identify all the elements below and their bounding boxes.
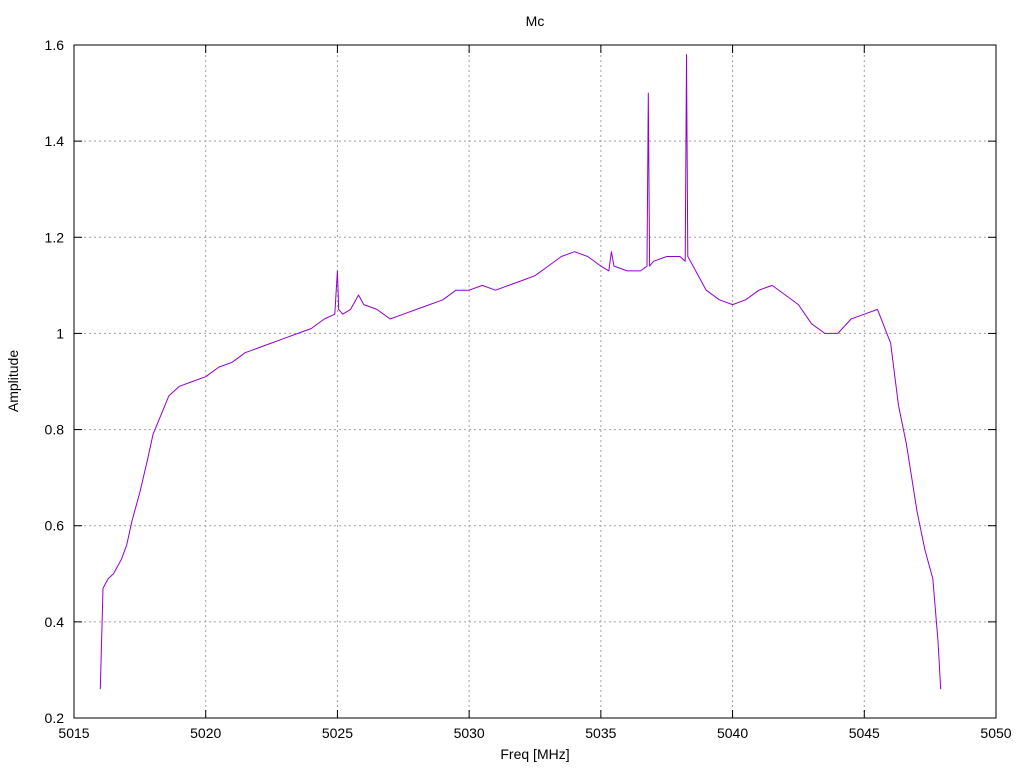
y-tick-labels: 0.2 0.4 0.6 0.8 1 1.2 1.4 1.6 — [45, 37, 65, 726]
y-tick-label: 1.4 — [45, 133, 65, 149]
series-layer — [99, 54, 942, 690]
chart-title: Mc — [526, 13, 545, 29]
x-tick-label: 5050 — [980, 725, 1011, 741]
x-tick-label: 5040 — [717, 725, 748, 741]
tick-marks — [73, 44, 997, 719]
chart-container: 0.2 0.4 0.6 0.8 1 1.2 1.4 1.6 5015 5020 5025 5030 5… — [0, 0, 1024, 768]
plot-frame — [73, 44, 997, 719]
series-line — [99, 54, 942, 690]
x-tick-label: 5020 — [190, 725, 221, 741]
x-tick-labels: 5015 5020 5025 5030 5035 5040 5045 5050 — [58, 725, 1011, 741]
y-axis-label: Amplitude — [5, 350, 21, 412]
y-tick-label: 0.6 — [45, 518, 65, 534]
y-tick-label: 0.4 — [45, 614, 65, 630]
x-tick-label: 5015 — [58, 725, 89, 741]
x-axis-label: Freq [MHz] — [500, 746, 569, 762]
line-chart: 0.20.40.60.811.21.41.6 5015 5020 5025 5030 5… — [5, 13, 1012, 762]
x-tick-label: 5030 — [454, 725, 485, 741]
y-tick-label: 1 — [56, 325, 64, 341]
x-tick-label: 5025 — [322, 725, 353, 741]
grid-lines — [74, 45, 996, 718]
y-tick-label: 1.2 — [45, 229, 65, 245]
y-tick-label: 0.2 — [45, 710, 65, 726]
y-tick-label: 0.8 — [45, 422, 65, 438]
x-tick-label: 5035 — [585, 725, 616, 741]
y-tick-label: 1.6 — [45, 37, 65, 53]
x-tick-label: 5045 — [849, 725, 880, 741]
